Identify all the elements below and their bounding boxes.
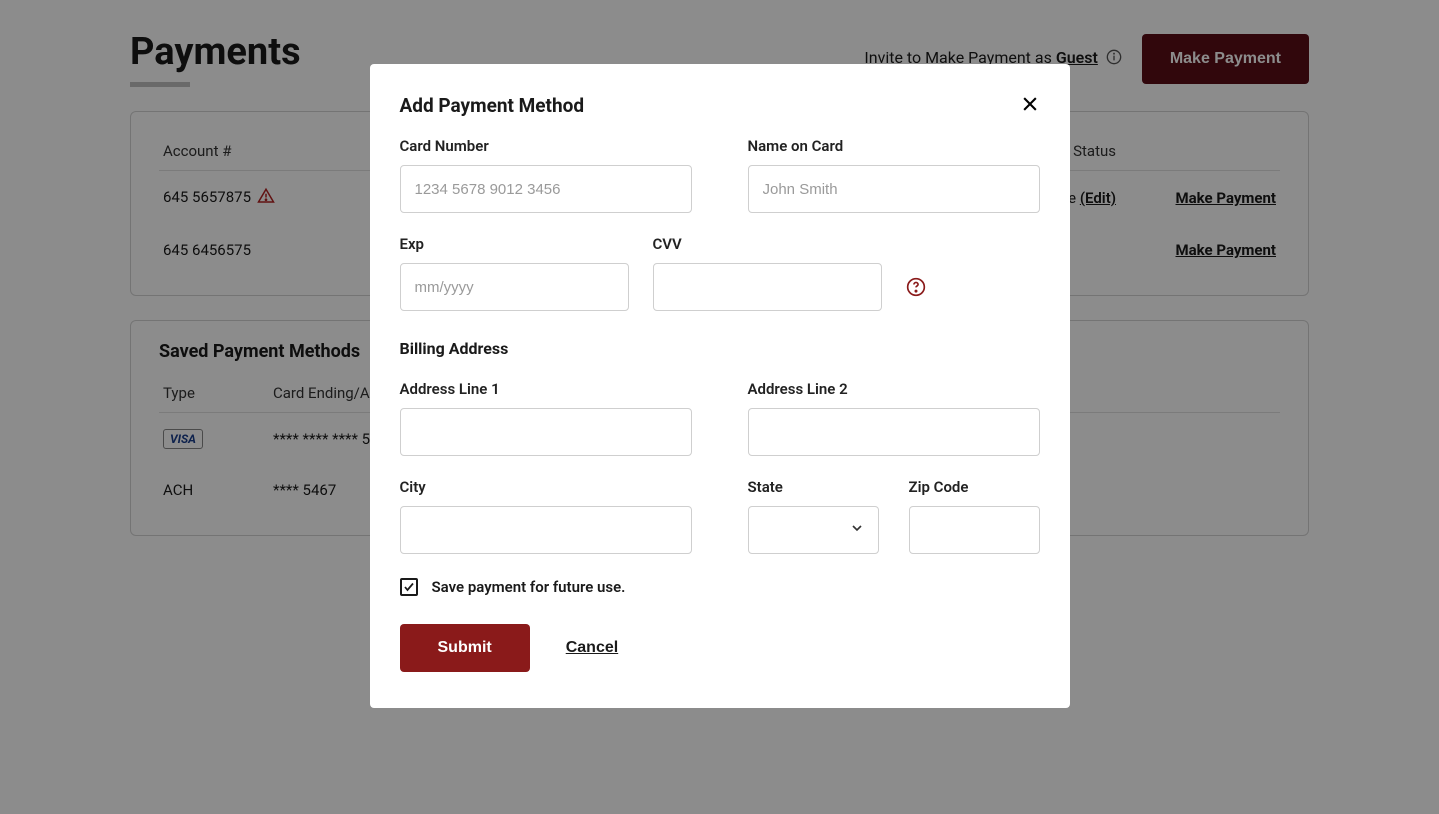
cvv-help-icon[interactable] [906,263,926,311]
zip-input[interactable] [909,506,1040,554]
submit-button[interactable]: Submit [400,624,530,672]
close-button[interactable] [1016,90,1044,121]
address-2-label: Address Line 2 [748,380,1040,398]
address-1-input[interactable] [400,408,692,456]
card-number-label: Card Number [400,137,692,155]
exp-input[interactable] [400,263,629,311]
state-select[interactable] [748,506,879,554]
state-label: State [748,478,879,496]
modal-overlay: Add Payment Method Card Number Name on C… [0,0,1439,814]
address-1-label: Address Line 1 [400,380,692,398]
name-on-card-label: Name on Card [748,137,1040,155]
billing-address-heading: Billing Address [400,339,1040,358]
card-number-input[interactable] [400,165,692,213]
cancel-button[interactable]: Cancel [566,639,618,657]
city-input[interactable] [400,506,692,554]
save-payment-checkbox[interactable] [400,578,418,596]
name-on-card-input[interactable] [748,165,1040,213]
cvv-label: CVV [653,235,882,253]
address-2-input[interactable] [748,408,1040,456]
modal-title: Add Payment Method [400,94,1040,117]
exp-label: Exp [400,235,629,253]
city-label: City [400,478,692,496]
add-payment-modal: Add Payment Method Card Number Name on C… [370,64,1070,708]
save-payment-label: Save payment for future use. [432,578,626,596]
zip-label: Zip Code [909,478,1040,496]
cvv-input[interactable] [653,263,882,311]
close-icon [1020,94,1040,114]
